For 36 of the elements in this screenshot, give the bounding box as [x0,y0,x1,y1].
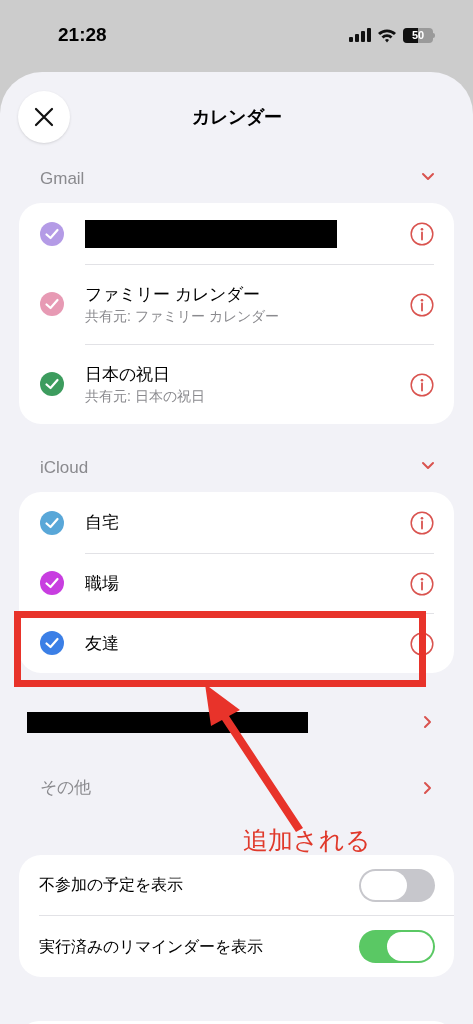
info-icon[interactable] [410,631,434,656]
wifi-icon [377,27,397,43]
toggle-label: 実行済みのリマインダーを表示 [39,936,263,957]
toggle-switch[interactable] [359,868,435,902]
chevron-icon[interactable] [422,781,433,795]
info-icon[interactable] [410,292,434,317]
battery-icon: 50 [403,27,435,43]
calendar-checkbox[interactable] [39,630,65,656]
sheet-title: カレンダー [191,105,282,129]
close-button[interactable] [18,91,70,143]
calendar-name: 自宅 [85,511,120,534]
calendar-checkbox[interactable] [39,371,65,397]
chevron-icon[interactable] [422,715,433,729]
calendar-subtitle: 共有元: 日本の祝日 [85,387,206,406]
calendar-name: ファミリー カレンダー [85,283,261,305]
info-icon[interactable] [410,221,434,246]
toggle-switch[interactable] [359,930,435,963]
close-icon [34,107,54,127]
calendar-name: 職場 [85,572,120,595]
section-link[interactable]: その他 [40,775,91,801]
section-header: Gmail [40,168,85,191]
status-time: 21:28 [58,22,107,47]
signal-icon [349,28,371,42]
section-header: iCloud [40,457,89,480]
calendar-name: 日本の祝日 [85,363,171,385]
info-icon[interactable] [410,510,434,535]
calendar-name: 友達 [85,632,120,655]
calendar-checkbox[interactable] [39,570,65,596]
calendar-checkbox[interactable] [39,509,65,536]
annotation-text: 追加される [243,828,371,853]
toggle-label: 不参加の予定を表示 [39,875,183,895]
info-icon[interactable] [410,571,434,596]
calendar-checkbox[interactable] [39,291,65,317]
calendar-checkbox[interactable] [39,220,65,247]
calendar-subtitle: 共有元: ファミリー カレンダー [85,307,280,326]
info-icon[interactable] [410,372,434,397]
